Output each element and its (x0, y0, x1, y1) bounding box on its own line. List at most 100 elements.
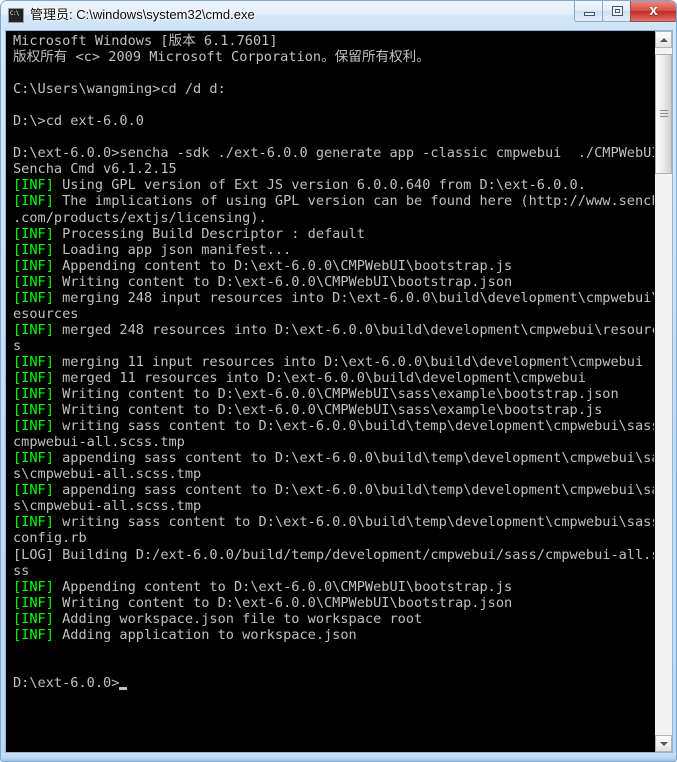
console-line-text: D:\ext-6.0.0>sencha -sdk ./ext-6.0.0 gen… (13, 145, 654, 162)
console-line-tag: [INF] (13, 514, 54, 531)
console-line: cmpwebui-all.scss.tmp (13, 434, 654, 450)
console-line: [INF] Adding application to workspace.js… (13, 627, 654, 643)
console-line: [INF] Adding workspace.json file to work… (13, 611, 654, 627)
console-line-text: Sencha Cmd v6.1.2.15 (13, 161, 177, 178)
console-line-text: C:\Users\wangming>cd /d d: (13, 81, 226, 98)
console-line: [INF] Loading app json manifest... (13, 242, 654, 258)
maximize-button[interactable] (602, 1, 631, 22)
console-line-text: cmpwebui-all.scss.tmp (13, 434, 185, 451)
console-line-tag: [INF] (13, 321, 54, 338)
console-line: s\cmpwebui-all.scss.tmp (13, 498, 654, 514)
console-line: [INF] Processing Build Descriptor : defa… (13, 226, 654, 242)
chevron-up-icon (659, 37, 668, 42)
console-line-text: Adding workspace.json file to workspace … (53, 610, 423, 627)
console-line-tag: [INF] (13, 418, 54, 435)
console-line: [INF] Appending content to D:\ext-6.0.0\… (13, 258, 654, 274)
console-line: [INF] Using GPL version of Ext JS versio… (13, 177, 654, 193)
console-prompt-line: D:\ext-6.0.0> (13, 675, 654, 691)
console-line-text: Loading app json manifest... (53, 241, 292, 258)
minimize-icon (584, 12, 595, 16)
console-client-area: Microsoft Windows [版本 6.1.7601] 版权所有 <c> … (5, 30, 673, 753)
scrollbar-track[interactable] (655, 48, 672, 735)
caption-buttons: x (574, 1, 676, 23)
console-line: [INF] merged 248 resources into D:\ext-6… (13, 322, 654, 338)
console-cursor (119, 686, 128, 690)
console-line-tag: [INF] (13, 369, 54, 386)
console-line: [INF] writing sass content to D:\ext-6.0… (13, 418, 654, 434)
window-title: 管理员: C:\windows\system32\cmd.exe (30, 7, 255, 22)
console-line-tag: [INF] (13, 402, 54, 419)
console-line-text: s\cmpwebui-all.scss.tmp (13, 498, 202, 515)
console-line: esources (13, 306, 654, 322)
console-line: [LOG] Building D:/ext-6.0.0/build/temp/d… (13, 547, 654, 563)
console-scrollbar[interactable] (654, 31, 672, 752)
console-line-text: appending sass content to D:\ext-6.0.0\b… (53, 450, 654, 467)
console-line-tag: [INF] (13, 482, 54, 499)
console-line-text: .com/products/extjs/licensing). (13, 209, 267, 226)
console-line: [INF] writing sass content to D:\ext-6.0… (13, 514, 654, 530)
console-line-tag: [INF] (13, 177, 54, 194)
console-line: D:\ext-6.0.0>sencha -sdk ./ext-6.0.0 gen… (13, 145, 654, 161)
console-line-text: s\cmpwebui-all.scss.tmp (13, 466, 202, 483)
close-icon: x (649, 2, 658, 19)
console-line: Sencha Cmd v6.1.2.15 (13, 161, 654, 177)
console-line-tag: [INF] (13, 225, 54, 242)
console-line-text: appending sass content to D:\ext-6.0.0\b… (53, 482, 654, 499)
console-line: [INF] Writing content to D:\ext-6.0.0\CM… (13, 402, 654, 418)
chevron-down-icon (659, 741, 668, 746)
cmd-icon-glyph: C:\ (10, 10, 19, 17)
titlebar[interactable]: C:\ 管理员: C:\windows\system32\cmd.exe x (1, 1, 676, 29)
console-line: [INF] merging 248 input resources into D… (13, 290, 654, 306)
console-line-text: Adding application to workspace.json (53, 626, 357, 643)
console-line-tag: [INF] (13, 626, 54, 643)
console-line-text: merging 11 input resources into D:\ext-6… (53, 353, 644, 370)
console-line: [INF] The implications of using GPL vers… (13, 193, 654, 209)
console-line-tag: [INF] (13, 273, 54, 290)
console-line-tag: [LOG] (13, 546, 54, 563)
console-line-tag: [INF] (13, 594, 54, 611)
console-line-text: Appending content to D:\ext-6.0.0\CMPWeb… (53, 578, 513, 595)
console-line: [INF] merging 11 input resources into D:… (13, 354, 654, 370)
console-line: [INF] Writing content to D:\ext-6.0.0\CM… (13, 595, 654, 611)
console-line-tag: [INF] (13, 289, 54, 306)
console-line: C:\Users\wangming>cd /d d: (13, 81, 654, 97)
console-line: .com/products/extjs/licensing). (13, 210, 654, 226)
console-text: Microsoft Windows [版本 6.1.7601] 版权所有 <c> … (13, 33, 654, 691)
console-line-tag: [INF] (13, 386, 54, 403)
console-line: 版权所有 <c> 2009 Microsoft Corporation。保留所有… (13, 49, 654, 65)
console-line-tag: [INF] (13, 353, 54, 370)
console-line-text: Writing content to D:\ext-6.0.0\CMPWebUI… (53, 386, 619, 403)
console-line: D:\>cd ext-6.0.0 (13, 113, 654, 129)
console-line: s\cmpwebui-all.scss.tmp (13, 466, 654, 482)
console-line: s (13, 338, 654, 354)
console-line-text: Writing content to D:\ext-6.0.0\CMPWebUI… (53, 594, 513, 611)
console-line-text: Processing Build Descriptor : default (53, 225, 365, 242)
window-bottom-frame (1, 753, 676, 761)
console-line-tag: [INF] (13, 450, 54, 467)
scrollbar-thumb[interactable] (655, 54, 672, 174)
console-line-text: merging 248 input resources into D:\ext-… (53, 289, 654, 306)
console-line: Microsoft Windows [版本 6.1.7601] (13, 33, 654, 49)
console-line: [INF] Writing content to D:\ext-6.0.0\CM… (13, 274, 654, 290)
console-line-text: Microsoft Windows [版本 6.1.7601] (13, 33, 278, 49)
scroll-down-button[interactable] (655, 735, 672, 752)
console-line-text: Writing content to D:\ext-6.0.0\CMPWebUI… (53, 273, 513, 290)
console-line-text: esources (13, 305, 79, 322)
console-output[interactable]: Microsoft Windows [版本 6.1.7601] 版权所有 <c> … (6, 31, 654, 752)
console-line-tag: [INF] (13, 610, 54, 627)
close-button[interactable]: x (630, 1, 676, 22)
cmd-window: C:\ 管理员: C:\windows\system32\cmd.exe x M… (0, 0, 677, 762)
console-line: ss (13, 563, 654, 579)
console-line-text: The implications of using GPL version ca… (53, 193, 654, 210)
maximize-icon (612, 6, 623, 16)
console-line-text: Using GPL version of Ext JS version 6.0.… (53, 177, 586, 194)
console-line-text: D:\>cd ext-6.0.0 (13, 113, 144, 130)
scroll-up-button[interactable] (655, 31, 672, 48)
console-line-text: Appending content to D:\ext-6.0.0\CMPWeb… (53, 257, 513, 274)
minimize-button[interactable] (574, 1, 603, 22)
